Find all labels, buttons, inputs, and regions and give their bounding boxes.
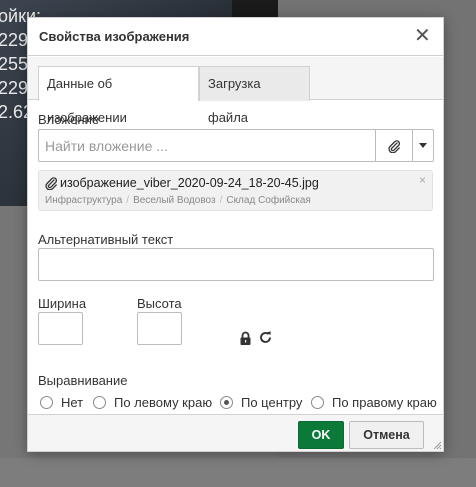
attachment-dropdown-button[interactable] [412,130,433,161]
cancel-button[interactable]: Отмена [349,421,424,449]
attachment-path-item: Склад Софийская [226,195,311,206]
attachment-breadcrumb: Инфраструктура / Веселый Водовоз / Склад Соф… [45,195,311,206]
radio-label: По правому краю [332,394,437,410]
radio-label: По центру [241,394,303,410]
alignment-radio-group: Нет По левому краю По центру По правому … [38,393,438,413]
width-input[interactable] [38,312,83,345]
page-overlay-bottom [0,458,476,487]
lock-icon[interactable] [239,331,252,346]
resize-handle-icon[interactable] [432,440,442,450]
align-none-option[interactable]: Нет [40,393,83,411]
height-label: Высота [137,296,182,311]
attachment-path-item: Инфраструктура [45,195,123,206]
background-image-edge [232,0,278,18]
width-label: Ширина [38,296,87,311]
alt-text-input[interactable] [38,248,434,281]
dialog-footer: OK Отмена [28,414,443,451]
dialog-title: Свойства изображения [39,29,190,44]
tab-image-info[interactable]: Данные об изображении [38,66,199,125]
radio-label: По левому краю [114,394,213,410]
radio-button[interactable] [220,395,233,409]
radio-button[interactable] [311,395,324,409]
align-left-option[interactable]: По левому краю [93,393,212,411]
tab-bar: Данные об изображении Загрузка файла [28,57,443,125]
attachment-path-item: Веселый Водовоз [133,195,216,206]
attachment-file-name: изображение_viber_2020-09-24_18-20-45.jp… [60,176,319,190]
alt-text-label: Альтернативный текст [38,232,174,247]
dialog-header: Свойства изображения ✕ [28,18,443,56]
attachment-label: Вложение [38,112,100,127]
attach-button[interactable] [375,130,412,161]
alignment-label: Выравнивание [38,373,128,388]
tab-file-upload[interactable]: Загрузка файла [199,66,310,125]
paperclip-icon [388,139,401,153]
reset-icon[interactable] [258,330,273,345]
selected-attachment: изображение_viber_2020-09-24_18-20-45.jp… [38,170,433,211]
attachment-combobox [38,129,434,162]
close-icon[interactable]: ✕ [414,26,431,46]
paperclip-icon [45,177,58,190]
image-properties-dialog: Свойства изображения ✕ Данные об изображ… [27,17,444,452]
remove-attachment-icon[interactable]: × [419,174,426,186]
radio-button[interactable] [40,395,53,409]
height-input[interactable] [137,312,182,345]
align-right-option[interactable]: По правому краю [311,393,437,411]
align-center-option[interactable]: По центру [220,393,302,411]
attachment-search-input[interactable] [39,130,375,161]
radio-label: Нет [61,394,84,410]
ok-button[interactable]: OK [298,421,344,449]
radio-button[interactable] [93,395,106,409]
chevron-down-icon [419,143,427,148]
dialog-body: Данные об изображении Загрузка файла Вло… [28,57,443,414]
